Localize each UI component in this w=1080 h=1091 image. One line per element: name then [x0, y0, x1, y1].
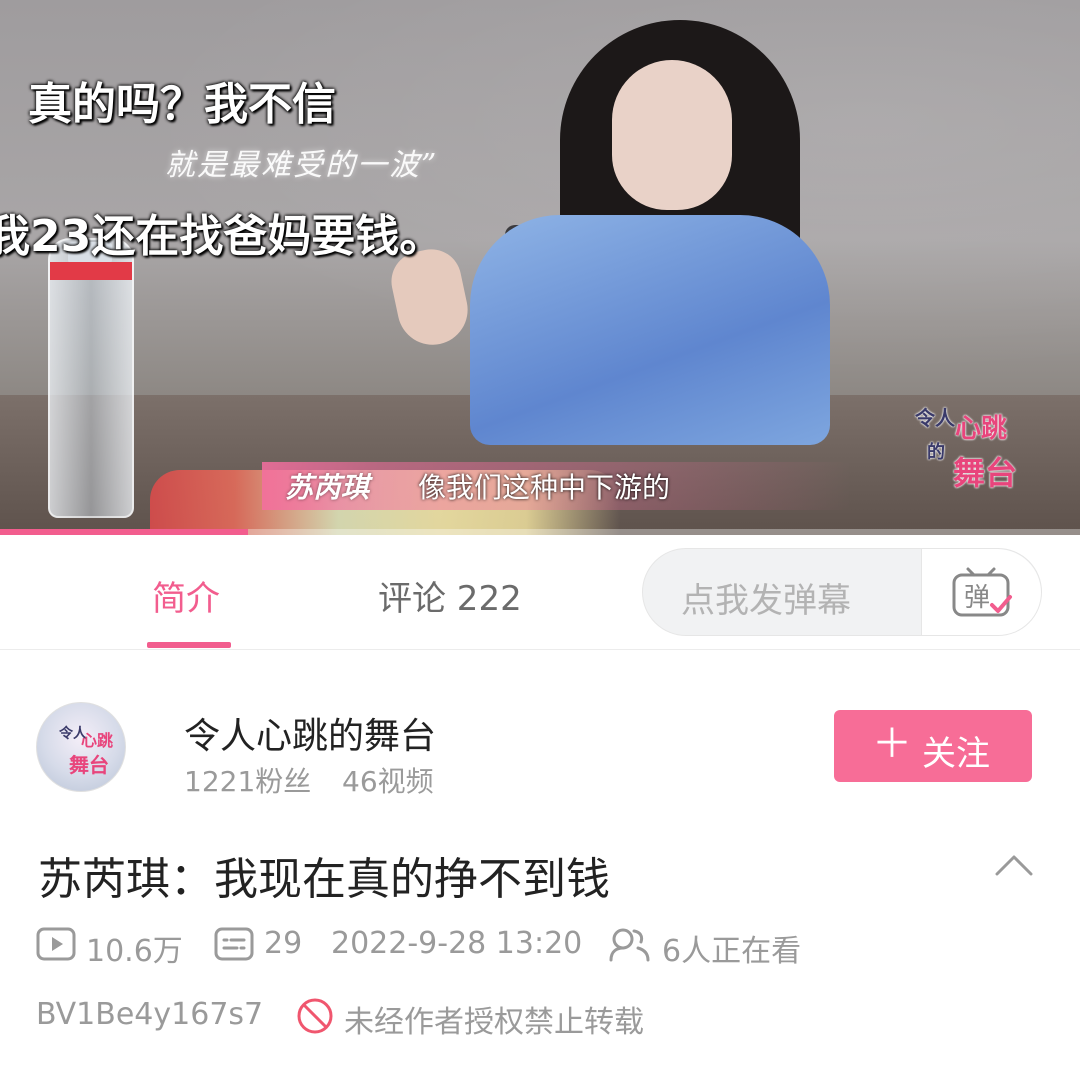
publish-time: 2022-9-28 13:20: [331, 926, 583, 961]
video-stats: 10.6万 29 2022-9-28 13:20 6人正在看: [36, 922, 1046, 969]
video-bottle-label: [50, 262, 132, 280]
chevron-up-icon[interactable]: [994, 852, 1034, 878]
logo-text-1: 令人: [915, 406, 955, 430]
logo-text-2: 心跳: [955, 414, 1008, 444]
subtitle-speaker: 苏芮琪: [285, 471, 370, 504]
video-title: 苏芮琪：我现在真的挣不到钱: [38, 854, 610, 905]
uploader-fans: 1221粉丝: [184, 765, 312, 798]
danmaku-input[interactable]: 点我发弹幕 弹: [642, 548, 1042, 636]
danmaku-count-icon: [214, 927, 254, 961]
video-person-body: [470, 215, 830, 445]
danmaku-toggle-button[interactable]: 弹: [921, 549, 1041, 635]
plus-icon: ＋: [872, 721, 912, 767]
tab-intro[interactable]: 简介: [152, 571, 220, 620]
video-script-overlay: 就是最难受的一波”: [165, 148, 439, 183]
video-id-row: BV1Be4y167s7 未经作者授权禁止转载: [36, 995, 1046, 1041]
tab-bar: 简介 评论 222 点我发弹幕 弹: [0, 535, 1080, 650]
watching-count: 6人正在看: [662, 934, 802, 969]
follow-button[interactable]: ＋ 关注: [834, 710, 1032, 782]
uploader-videos: 46视频: [342, 765, 434, 798]
logo-text-3: 的: [927, 442, 945, 463]
follow-label: 关注: [922, 734, 990, 774]
logo-text-4: 舞台: [953, 454, 1018, 492]
tab-active-indicator: [147, 642, 231, 648]
avatar-text-3: 舞台: [69, 753, 109, 777]
forbidden-icon: [297, 998, 333, 1034]
video-bvid[interactable]: BV1Be4y167s7: [36, 997, 263, 1032]
danmaku-caption-top: 真的吗？我不信: [28, 79, 336, 130]
view-count: 10.6万: [86, 934, 183, 969]
danmaku-char: 弹: [964, 583, 990, 613]
uploader-name[interactable]: 令人心跳的舞台: [184, 707, 436, 759]
avatar-text-2: 心跳: [81, 731, 114, 750]
copyright-notice: 未经作者授权禁止转载: [344, 1005, 644, 1040]
play-count-icon: [36, 927, 76, 961]
danmaku-toggle-icon: 弹: [952, 567, 1012, 617]
subtitle-text: 像我们这种中下游的: [418, 471, 671, 504]
danmaku-count: 29: [264, 926, 303, 961]
watching-users-icon: [609, 928, 650, 962]
video-water-bottle: [48, 238, 134, 518]
show-logo: 令人 心跳 的 舞台: [905, 398, 1025, 503]
danmaku-caption-mid: 我23还在找爸妈要钱。: [0, 211, 444, 262]
tab-comments[interactable]: 评论 222: [378, 571, 522, 620]
danmaku-placeholder: 点我发弹幕: [681, 581, 851, 621]
video-person-face: [612, 60, 732, 210]
video-player[interactable]: 真的吗？我不信 就是最难受的一波” 我23还在找爸妈要钱。 苏芮琪 像我们这种中…: [0, 0, 1080, 535]
uploader-avatar[interactable]: 令人 心跳 舞台: [36, 702, 126, 792]
